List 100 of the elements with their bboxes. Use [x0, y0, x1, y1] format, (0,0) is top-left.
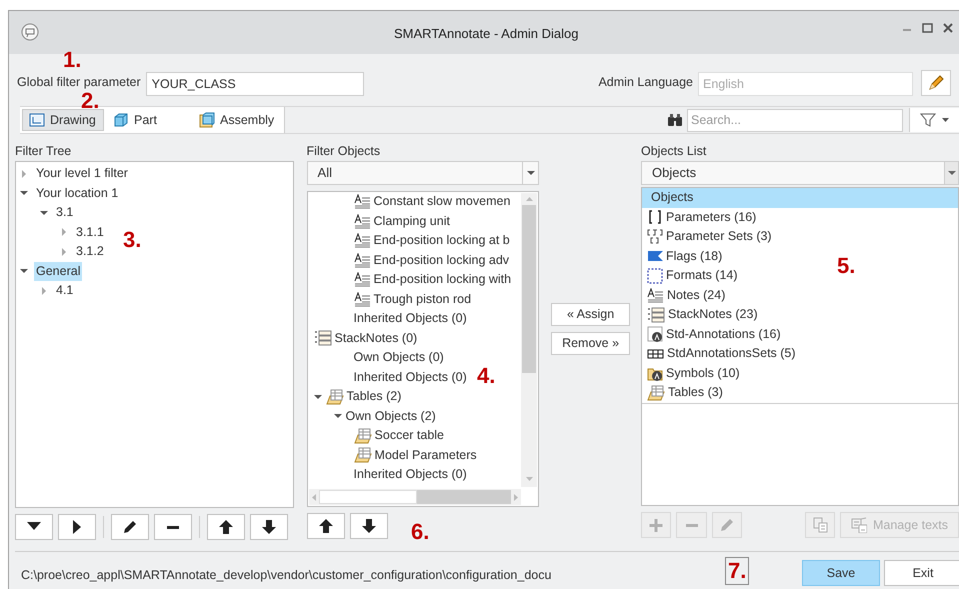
tree-item[interactable]: StackNotes (0)	[334, 328, 418, 348]
tree-item[interactable]: Trough piston rod	[374, 290, 472, 309]
filter-icon	[920, 112, 936, 128]
tree-item[interactable]: Own Objects (2)	[346, 406, 436, 426]
minus-icon	[167, 526, 179, 528]
language-field[interactable]: English	[698, 72, 913, 96]
search-field[interactable]: Search...	[687, 108, 903, 132]
callout-number: 2.	[81, 90, 100, 112]
dropdown-arrow-icon	[948, 171, 956, 175]
callout-number: 5.	[837, 255, 856, 277]
plus-icon	[648, 517, 664, 533]
cube-icon	[199, 112, 215, 128]
tree-item[interactable]: Soccer table	[374, 426, 444, 446]
callout-number: 7.	[725, 557, 750, 585]
table-icon	[326, 388, 344, 405]
tree-item[interactable]: 3.1	[54, 203, 76, 222]
brackets-icon	[647, 209, 663, 226]
toolbar-button[interactable]	[154, 514, 192, 540]
stack-icon	[314, 330, 332, 346]
callout-number: 4.	[477, 365, 496, 387]
save-button[interactable]: Save	[802, 560, 880, 586]
annotation-icon	[647, 326, 663, 342]
tree-item[interactable]: Clamping unit	[374, 212, 450, 231]
tree-item[interactable]: Your location 1	[34, 184, 120, 203]
list-item[interactable]: Symbols (10)	[642, 364, 744, 383]
stack-icon	[647, 306, 665, 323]
brackets-icon	[647, 228, 663, 245]
tree-item[interactable]: Inherited Objects (0)	[354, 309, 467, 328]
arrow-up-icon	[318, 518, 334, 534]
minus-icon	[686, 524, 698, 526]
assign-button[interactable]: Remove »	[551, 332, 630, 355]
translate-icon	[850, 517, 867, 533]
callout-number: 1.	[63, 49, 82, 71]
list-item[interactable]: Std-Annotations (16)	[642, 324, 785, 344]
tree-item[interactable]: Constant slow movemen	[374, 192, 510, 212]
toolbar-button[interactable]	[350, 513, 388, 539]
close-icon[interactable]	[943, 23, 953, 33]
dropdown-arrow-icon	[526, 171, 535, 175]
drawing-icon	[29, 112, 45, 128]
table-icon	[354, 447, 372, 464]
table-icon	[647, 384, 665, 401]
tree-item[interactable]: End-position locking adv	[374, 250, 510, 270]
callout-number: 3.	[123, 229, 142, 251]
tree-item[interactable]: Inherited Objects (0)	[354, 465, 467, 484]
field-label: Global filter parameter	[17, 74, 141, 92]
copy-icon	[812, 517, 828, 533]
list-item[interactable]: StdAnnotationsSets (5)	[642, 344, 800, 364]
note-icon	[354, 233, 371, 248]
note-icon	[647, 288, 664, 303]
table-icon	[354, 428, 372, 444]
list-item[interactable]: Tables (3)	[642, 383, 727, 402]
maximize-icon[interactable]	[922, 23, 933, 33]
tree-item[interactable]: Own Objects (0)	[354, 348, 444, 368]
pencil-icon	[927, 74, 945, 92]
assign-button[interactable]: « Assign	[551, 303, 630, 326]
window-title: SMARTAnnotate - Admin Dialog	[394, 25, 578, 43]
note-icon	[354, 292, 371, 307]
tree-item[interactable]: Your level 1 filter	[34, 164, 130, 184]
tree-item[interactable]: Inherited Objects (0)	[354, 368, 467, 387]
toolbar-button[interactable]	[111, 514, 149, 540]
field-label: Admin Language	[598, 74, 693, 92]
panel-title: Objects List	[641, 143, 708, 160]
note-icon	[354, 194, 371, 210]
pencil-icon	[122, 519, 138, 535]
tab[interactable]: Drawing	[22, 109, 104, 131]
list-item[interactable]: Parameters (16)	[642, 208, 760, 227]
text-field[interactable]: YOUR_CLASS	[146, 72, 364, 96]
tree-item[interactable]: End-position locking at b	[374, 231, 510, 250]
toolbar-button[interactable]	[306, 513, 345, 539]
list-item[interactable]: Objects	[642, 188, 958, 208]
dropdown[interactable]: All	[306, 161, 540, 185]
filter-button[interactable]	[909, 108, 959, 132]
list-item[interactable]: Formats (14)	[642, 266, 742, 286]
cube-icon	[113, 112, 129, 128]
tree-item[interactable]: General	[34, 262, 82, 281]
list-item[interactable]: Parameter Sets (3)	[642, 227, 776, 246]
edit-button[interactable]	[921, 70, 951, 96]
dropdown-arrow-icon	[942, 118, 949, 122]
list-item[interactable]: Flags (18)	[642, 246, 726, 266]
list-item[interactable]: Notes (24)	[642, 286, 730, 305]
toolbar-button[interactable]	[15, 514, 53, 540]
panel-title: Filter Tree	[15, 143, 72, 160]
tree-item[interactable]: 3.1.2	[74, 242, 106, 262]
toolbar-button[interactable]	[207, 514, 245, 540]
list-item[interactable]: StackNotes (23)	[642, 305, 762, 324]
arrow-up-icon	[218, 519, 234, 535]
tree-item[interactable]: Tables (2)	[346, 387, 402, 406]
note-icon	[354, 272, 371, 288]
tree-item[interactable]: 3.1.1	[74, 222, 106, 242]
tree-item[interactable]: End-position locking with	[374, 270, 512, 290]
note-icon	[354, 214, 371, 229]
toolbar-button[interactable]	[250, 514, 288, 540]
dropdown[interactable]: Objects	[641, 161, 959, 185]
pencil-icon	[719, 517, 736, 533]
tree-item[interactable]: Model Parameters	[374, 446, 477, 465]
toolbar-button[interactable]	[58, 514, 96, 540]
exit-button[interactable]: Exit	[884, 560, 959, 586]
arrow-down-icon	[360, 518, 377, 534]
arrow-down-icon	[261, 519, 277, 535]
tree-item[interactable]: 4.1	[54, 281, 76, 300]
